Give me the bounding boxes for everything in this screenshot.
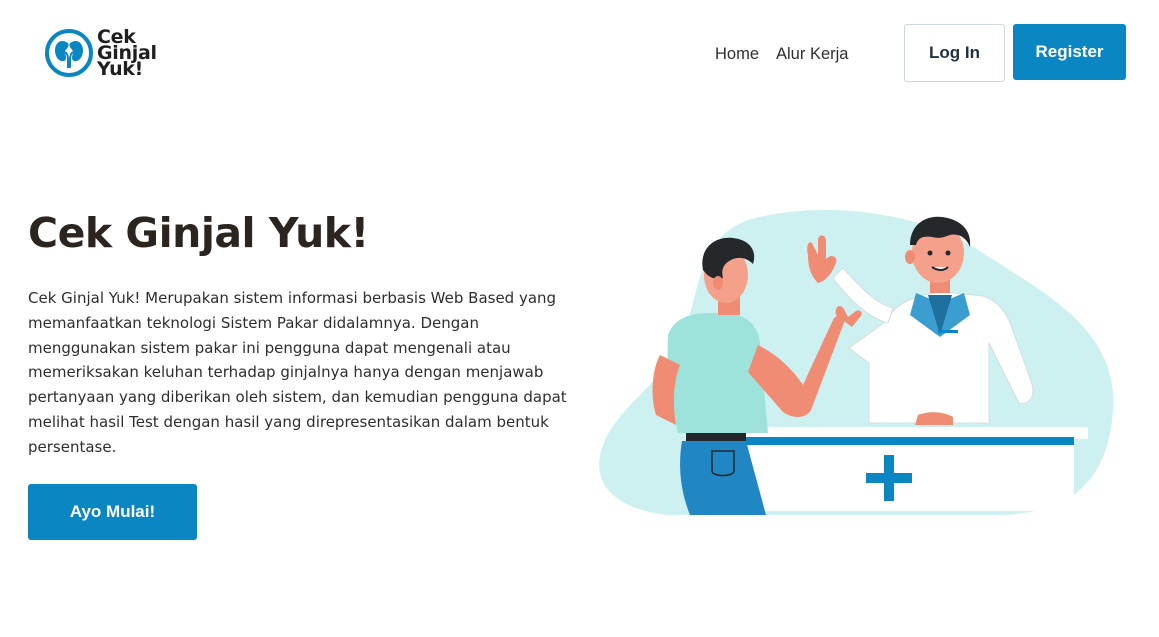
nav-item-alur-kerja[interactable]: Alur Kerja bbox=[776, 43, 848, 65]
doctor-patient-illustration bbox=[599, 210, 1114, 515]
landing-page: Cek Ginjal Yuk! Home Alur Kerja Log In R… bbox=[0, 0, 1159, 637]
brand-logo[interactable]: Cek Ginjal Yuk! bbox=[44, 26, 201, 80]
start-button[interactable]: Ayo Mulai! bbox=[28, 484, 197, 540]
hero-title: Cek Ginjal Yuk! bbox=[28, 209, 369, 257]
hero-description: Cek Ginjal Yuk! Merupakan sistem informa… bbox=[28, 289, 567, 456]
login-button[interactable]: Log In bbox=[904, 24, 1005, 82]
register-button[interactable]: Register bbox=[1013, 24, 1126, 80]
main-nav: Home Alur Kerja bbox=[715, 43, 848, 65]
nav-item-home[interactable]: Home bbox=[715, 43, 759, 65]
kidney-icon bbox=[45, 29, 93, 77]
brand-name: Cek Ginjal Yuk! bbox=[97, 26, 157, 80]
